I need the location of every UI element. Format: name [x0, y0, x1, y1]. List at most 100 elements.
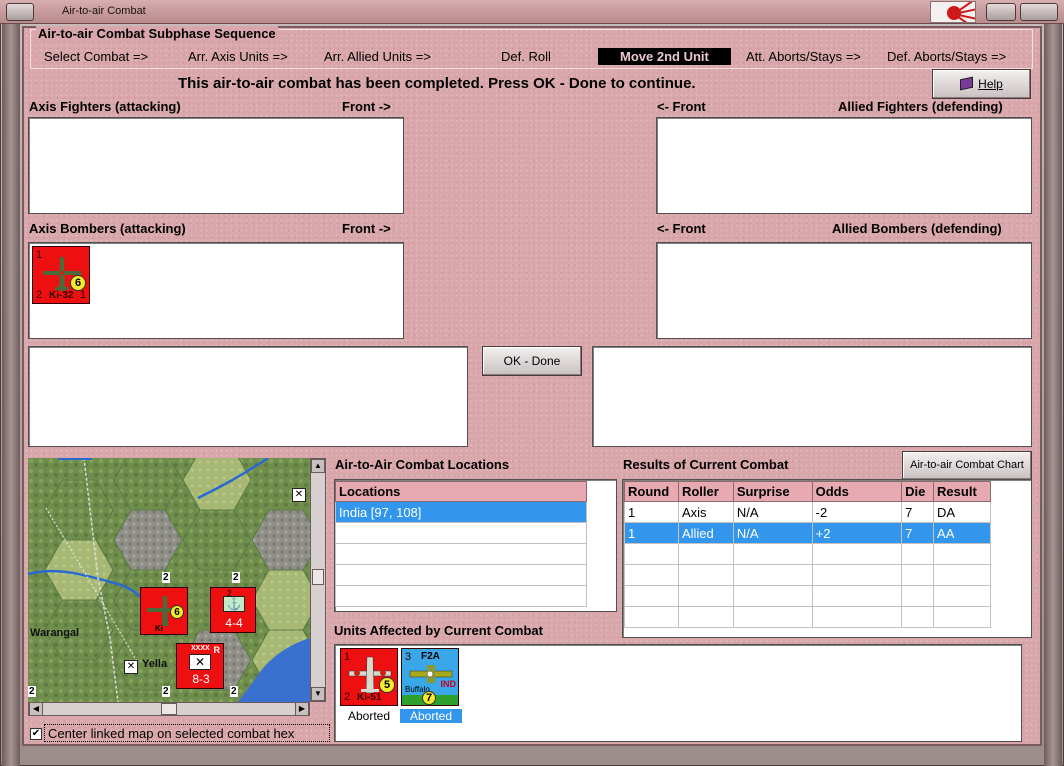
maximize-button[interactable] [1020, 3, 1058, 21]
anchor-icon: ⚓ [223, 596, 245, 612]
allied-fighters-label: Allied Fighters (defending) [838, 99, 1003, 114]
affected-axis-counter[interactable]: 1 5 2 Ki-51 [340, 648, 398, 706]
map-vertical-scrollbar[interactable]: ▲ ▼ [310, 458, 326, 702]
results-col-round: Round [624, 481, 679, 502]
axis-info-box [28, 346, 468, 447]
results-row[interactable]: 1 Axis N/A -2 7 DA [624, 501, 991, 523]
help-button-label: Help [978, 77, 1003, 91]
center-map-label[interactable]: Center linked map on selected combat hex [44, 724, 330, 742]
map-counter-top: XXXX [191, 645, 210, 652]
map-hex-number: 2 [232, 572, 240, 583]
counter-nation: IND [440, 679, 457, 689]
sequence-step-def-roll: Def. Roll [501, 49, 551, 64]
location-row[interactable] [335, 564, 587, 586]
title-bar[interactable]: Air-to-air Combat [0, 0, 1064, 24]
ok-done-button[interactable]: OK - Done [482, 346, 582, 376]
results-col-odds: Odds [811, 481, 903, 502]
counter-unit-name: Ki-51 [357, 692, 382, 703]
results-row[interactable] [624, 606, 991, 628]
center-map-checkbox[interactable]: ✔ [30, 728, 42, 740]
allied-bombers-box[interactable] [656, 242, 1032, 339]
scroll-down-arrow[interactable]: ▼ [311, 687, 325, 701]
location-row[interactable] [335, 522, 587, 544]
linked-map[interactable]: 2 2 2 2 2 Warangal Yella ✕ ✕ 6 Ki 2 ⚓ 4-… [28, 458, 310, 702]
map-counter-name: Ki [155, 624, 163, 633]
locations-header: Locations [335, 481, 587, 502]
counter-unit-name: Ki-32 [49, 290, 74, 301]
axis-bomber-counter[interactable]: 1 6 2 Ki-32 1 [32, 246, 90, 304]
map-hex-number: 2 [162, 572, 170, 583]
map-counter-value: 8-3 [192, 672, 210, 686]
map-horizontal-scrollbar[interactable]: ◀ ▶ [28, 702, 310, 716]
air-combat-chart-button[interactable]: Air-to-air Combat Chart [902, 451, 1032, 480]
allied-bombers-label: Allied Bombers (defending) [832, 221, 1002, 236]
japan-flag-icon [930, 1, 976, 23]
minimize-button[interactable] [986, 3, 1016, 21]
map-counter-value: 4-4 [225, 616, 243, 630]
map-counter-army[interactable]: XXXX R ✕ 8-3 [176, 643, 224, 689]
axis-fighters-label: Axis Fighters (attacking) [29, 99, 181, 114]
left-frame-rail [2, 24, 20, 766]
map-counter-air[interactable]: 6 Ki [140, 587, 188, 635]
map-counter-dot: 6 [170, 605, 184, 619]
results-row[interactable] [624, 585, 991, 607]
map-hex-number: 2 [230, 686, 238, 697]
results-col-die: Die [901, 481, 935, 502]
map-hex-number: 2 [162, 686, 170, 697]
affected-title: Units Affected by Current Combat [334, 623, 543, 638]
sequence-step-arr-axis: Arr. Axis Units => [188, 49, 288, 64]
scroll-right-arrow[interactable]: ▶ [295, 702, 309, 716]
allied-info-box [592, 346, 1032, 447]
sequence-step-def-aborts: Def. Aborts/Stays => [887, 49, 1007, 64]
map-hex-number: 2 [28, 686, 36, 697]
window-title: Air-to-air Combat [62, 5, 146, 17]
sequence-title: Air-to-air Combat Subphase Sequence [36, 26, 278, 41]
counter-bottom-left: 2 [36, 289, 43, 301]
horizontal-scroll-thumb[interactable] [161, 703, 177, 715]
axis-bombers-front: Front -> [342, 221, 391, 236]
airfield-icon: ✕ [292, 488, 306, 502]
status-message: This air-to-air combat has been complete… [178, 75, 696, 92]
counter-value-dot: 7 [422, 691, 436, 705]
affected-axis-status: Aborted [347, 709, 391, 723]
location-row[interactable]: India [97, 108] [335, 501, 587, 523]
airfield-icon: ✕ [124, 660, 138, 674]
system-menu-button[interactable] [6, 3, 34, 21]
locations-title: Air-to-Air Combat Locations [335, 457, 510, 472]
sequence-step-move-2nd-unit: Move 2nd Unit [598, 48, 731, 65]
sequence-step-arr-allied: Arr. Allied Units => [324, 49, 431, 64]
results-col-result: Result [933, 481, 991, 502]
locations-table[interactable]: Locations India [97, 108] [335, 481, 587, 607]
results-row[interactable] [624, 543, 991, 565]
allied-bombers-front: <- Front [657, 221, 706, 236]
allied-fighters-box[interactable] [656, 117, 1032, 214]
affected-allied-counter[interactable]: 3 F2A IND Buffalo 7 [401, 648, 459, 706]
results-col-roller: Roller [677, 481, 734, 502]
map-counter-naval[interactable]: 2 ⚓ 4-4 [210, 587, 256, 633]
counter-bottom-right: 1 [79, 289, 86, 301]
scroll-up-arrow[interactable]: ▲ [311, 459, 325, 473]
counter-value-dot: 5 [379, 677, 395, 693]
results-table[interactable]: Round Roller Surprise Odds Die Result 1A… [624, 481, 991, 628]
help-button[interactable]: Help [932, 69, 1031, 99]
sequence-step-select-combat: Select Combat => [44, 49, 149, 64]
axis-fighters-front: Front -> [342, 99, 391, 114]
axis-bombers-label: Axis Bombers (attacking) [29, 221, 186, 236]
results-col-surprise: Surprise [732, 481, 813, 502]
sequence-step-att-aborts: Att. Aborts/Stays => [746, 49, 861, 64]
map-label-yella: Yella [142, 658, 168, 670]
axis-fighters-box[interactable] [28, 117, 404, 214]
results-title: Results of Current Combat [623, 457, 789, 472]
results-row[interactable] [624, 564, 991, 586]
location-row[interactable] [335, 543, 587, 565]
results-row[interactable]: 1 Allied N/A +2 7 AA [624, 522, 991, 544]
infantry-icon: ✕ [189, 654, 211, 670]
allied-fighters-front: <- Front [657, 99, 706, 114]
scroll-left-arrow[interactable]: ◀ [29, 702, 43, 716]
axis-bombers-box[interactable]: 1 6 2 Ki-32 1 [28, 242, 404, 339]
map-counter-mark: R [213, 645, 221, 655]
location-row[interactable] [335, 585, 587, 607]
affected-allied-status: Aborted [400, 709, 462, 723]
vertical-scroll-thumb[interactable] [312, 569, 324, 585]
map-label-warangal: Warangal [30, 627, 80, 639]
